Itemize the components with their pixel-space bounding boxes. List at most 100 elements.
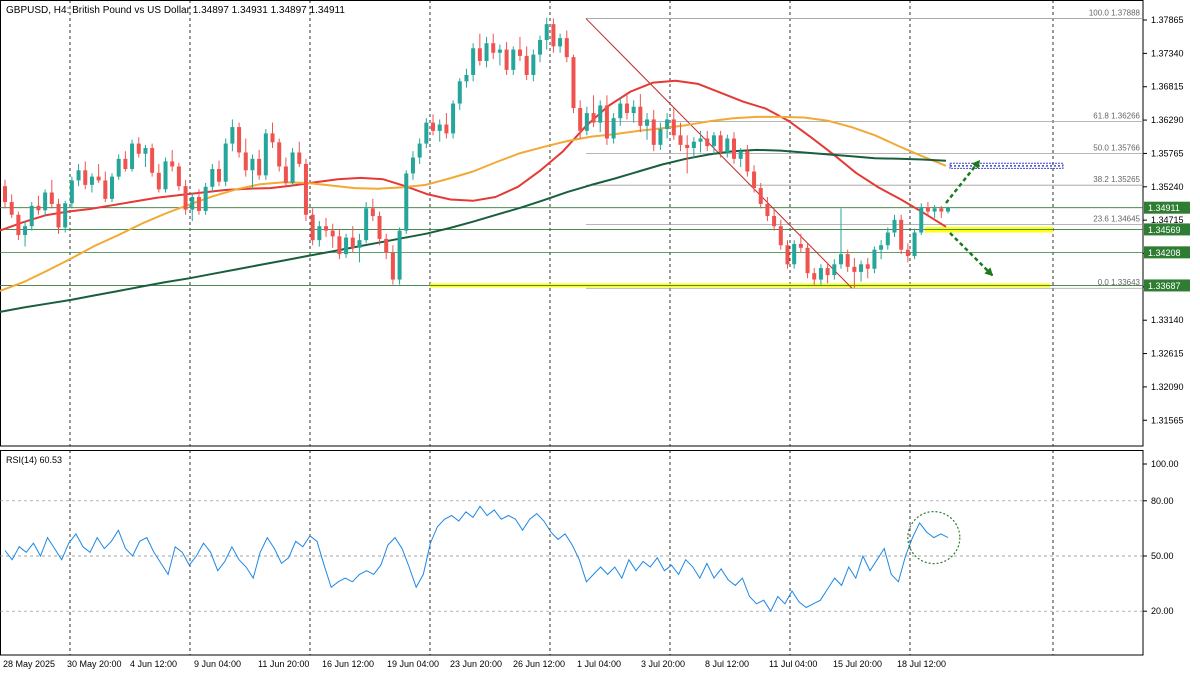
candle-body <box>752 171 757 189</box>
price-tick-label: 1.37865 <box>1151 15 1184 25</box>
candle-body <box>103 180 108 199</box>
candle-body <box>925 207 930 212</box>
candle-body <box>832 264 837 276</box>
candle-body <box>237 127 242 153</box>
candle-body <box>196 196 201 211</box>
candle-body <box>852 266 857 272</box>
candle-body <box>230 127 235 144</box>
candle-body <box>738 151 743 159</box>
candle-body <box>785 245 790 265</box>
rsi-tick-label: 20.00 <box>1151 606 1174 616</box>
candle-body <box>417 143 422 158</box>
x-tick-label: 11 Jun 20:00 <box>258 659 309 669</box>
candle-body <box>156 172 161 190</box>
candle <box>237 122 242 158</box>
candle-body <box>344 237 349 255</box>
candle-body <box>912 232 917 257</box>
candle-body <box>203 186 208 211</box>
fib-level-label: 38.2 1.35265 <box>1093 175 1140 184</box>
candle <box>203 182 208 215</box>
candle-body <box>243 152 248 171</box>
candle-body <box>350 237 355 248</box>
fib-level-label: 50.0 1.35766 <box>1093 143 1140 152</box>
candle-body <box>604 105 609 139</box>
chart-container: 100.0 1.37888 61.8 1.36266 50.0 1.35766 38.… <box>0 0 1200 675</box>
fib-level-label: 100.0 1.37888 <box>1089 9 1141 18</box>
candle-body <box>718 135 723 153</box>
candle-body <box>96 176 101 181</box>
candle-body <box>29 205 34 227</box>
candle-body <box>223 143 228 182</box>
x-tick-label: 11 Jul 04:00 <box>769 659 817 669</box>
candle <box>163 157 168 193</box>
candle-body <box>531 54 536 75</box>
candle <box>805 243 810 279</box>
candle-body <box>638 106 643 126</box>
candle-body <box>16 214 21 236</box>
candle-body <box>2 186 8 203</box>
candle-body <box>397 230 402 280</box>
price-label-text: 1.34911 <box>1148 203 1180 213</box>
candle-body <box>511 49 516 70</box>
candle-body <box>370 208 375 217</box>
candle-body <box>805 247 810 274</box>
candle-body <box>110 176 115 199</box>
candle-body <box>812 273 817 280</box>
candle-body <box>317 226 322 241</box>
rsi-label: RSI(14) 60.53 <box>6 455 62 465</box>
candle-body <box>330 230 335 237</box>
candle-body <box>544 24 549 41</box>
candle-body <box>919 207 924 233</box>
price-tick-label: 1.35240 <box>1151 182 1184 192</box>
candle-body <box>484 43 489 61</box>
candle-body <box>277 142 282 167</box>
candle-body <box>310 214 315 241</box>
price-tick-label: 1.35765 <box>1151 148 1184 158</box>
candle-body <box>377 216 382 239</box>
candle-body <box>564 38 569 58</box>
candle-body <box>631 106 636 114</box>
candle-body <box>745 151 750 172</box>
candle-body <box>217 168 222 182</box>
candle-body <box>798 243 803 248</box>
x-tick-label: 8 Jul 12:00 <box>705 659 749 669</box>
x-tick-label: 26 Jun 12:00 <box>513 659 565 669</box>
candle <box>150 143 155 177</box>
candle-body <box>497 49 502 53</box>
x-tick-label: 3 Jul 20:00 <box>641 659 685 669</box>
candle-body <box>678 135 683 145</box>
candle-body <box>899 219 904 250</box>
candle-body <box>838 254 843 265</box>
price-tick-label: 1.37340 <box>1151 48 1184 58</box>
candle-body <box>524 55 529 75</box>
candle-body <box>932 208 937 212</box>
candle-body <box>43 192 48 211</box>
candle-body <box>725 138 730 153</box>
candle-body <box>945 207 951 212</box>
candle-body <box>69 180 74 204</box>
candle <box>919 203 924 236</box>
price-tick-label: 1.31565 <box>1151 415 1184 425</box>
x-tick-label: 30 May 20:00 <box>67 659 122 669</box>
candle-body <box>9 202 14 215</box>
candle-body <box>183 186 188 210</box>
candle-body <box>517 49 522 56</box>
candle-body <box>424 122 429 144</box>
candle-body <box>270 133 275 143</box>
candle-body <box>698 138 703 142</box>
price-tick-label: 1.32090 <box>1151 382 1184 392</box>
candle-body <box>551 24 556 47</box>
price-tick-label: 1.36290 <box>1151 115 1184 125</box>
candle-body <box>865 264 870 269</box>
candle-body <box>792 243 797 265</box>
candle-body <box>584 113 589 131</box>
candle-body <box>290 152 295 183</box>
candle-body <box>63 203 68 228</box>
fib-level-label: 61.8 1.36266 <box>1093 112 1140 121</box>
candle <box>263 128 268 180</box>
candle-body <box>892 219 897 233</box>
candle-body <box>685 144 690 149</box>
candle <box>397 227 402 285</box>
candle-body <box>671 119 676 136</box>
candle-body <box>337 236 342 255</box>
